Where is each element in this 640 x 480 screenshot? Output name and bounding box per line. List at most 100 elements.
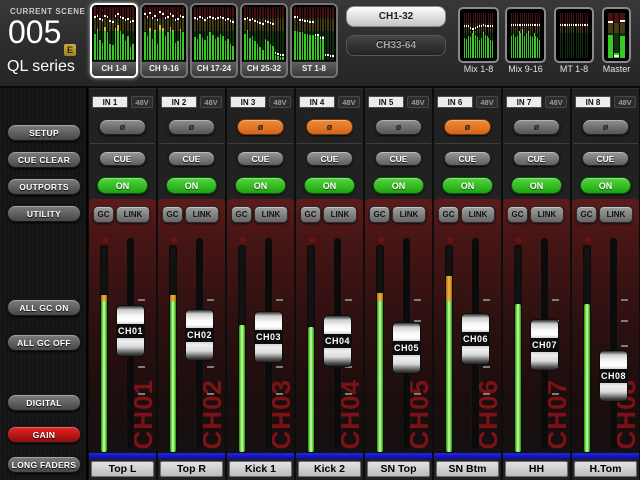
- sidebar-button-gain[interactable]: GAIN: [7, 426, 81, 443]
- channel-name[interactable]: SN Btm: [436, 461, 499, 477]
- bank-button-ch33-64[interactable]: CH33-64: [346, 35, 446, 56]
- meter-peak-mark: [483, 24, 484, 26]
- output-meter-master[interactable]: [602, 7, 631, 63]
- phantom-48v-button[interactable]: 48V: [338, 96, 360, 108]
- meter-fill-green: [473, 33, 474, 58]
- output-meter-mt-1-8[interactable]: [554, 7, 594, 63]
- channel-name[interactable]: Kick 2: [298, 461, 361, 477]
- cue-button[interactable]: CUE: [375, 151, 422, 166]
- meter-peak-mark: [115, 15, 117, 17]
- meter-column: [252, 7, 254, 60]
- meter-fill-green: [280, 57, 282, 60]
- output-meter-mix-1-8[interactable]: [458, 7, 499, 63]
- channel-on-button[interactable]: ON: [442, 177, 493, 194]
- link-button[interactable]: LINK: [461, 206, 495, 223]
- channel-on-button[interactable]: ON: [304, 177, 355, 194]
- channel-name[interactable]: Top R: [160, 461, 223, 477]
- link-button[interactable]: LINK: [116, 206, 150, 223]
- gain-compensation-button[interactable]: GC: [369, 206, 390, 223]
- phantom-48v-button[interactable]: 48V: [476, 96, 498, 108]
- link-button[interactable]: LINK: [599, 206, 633, 223]
- channel-on-button[interactable]: ON: [235, 177, 286, 194]
- fader-cap[interactable]: CH01: [116, 305, 145, 357]
- link-button[interactable]: LINK: [392, 206, 426, 223]
- input-meter-tab-ch-1-8[interactable]: CH 1-8: [90, 3, 138, 78]
- cue-button[interactable]: CUE: [444, 151, 491, 166]
- meter-fill-green: [225, 41, 227, 60]
- input-meter-tab-ch-25-32[interactable]: CH 25-32: [240, 3, 288, 78]
- gain-compensation-button[interactable]: GC: [162, 206, 183, 223]
- meter-column: [562, 13, 563, 58]
- channel-on-button[interactable]: ON: [511, 177, 562, 194]
- channel-on-button[interactable]: ON: [373, 177, 424, 194]
- fader-cap[interactable]: CH06: [461, 313, 490, 365]
- phase-button[interactable]: ø: [444, 119, 491, 135]
- input-meter-tab-ch-9-16[interactable]: CH 9-16: [140, 3, 188, 78]
- phase-button[interactable]: ø: [513, 119, 560, 135]
- fader-cap[interactable]: CH03: [254, 311, 283, 363]
- channel-on-button[interactable]: ON: [97, 177, 148, 194]
- channel-name[interactable]: Top L: [91, 461, 154, 477]
- link-button[interactable]: LINK: [530, 206, 564, 223]
- meter-peak-mark: [585, 24, 586, 26]
- fader-track[interactable]: [610, 238, 617, 450]
- cue-button[interactable]: CUE: [237, 151, 284, 166]
- gain-compensation-button[interactable]: GC: [576, 206, 597, 223]
- meter-column: [122, 7, 124, 60]
- fader-cap[interactable]: CH07: [530, 319, 559, 371]
- link-button[interactable]: LINK: [185, 206, 219, 223]
- cue-button[interactable]: CUE: [582, 151, 629, 166]
- phase-button[interactable]: ø: [375, 119, 422, 135]
- phase-button[interactable]: ø: [99, 119, 146, 135]
- sidebar-button-utility[interactable]: UTILITY: [7, 205, 81, 222]
- gain-compensation-button[interactable]: GC: [231, 206, 252, 223]
- phantom-48v-button[interactable]: 48V: [131, 96, 153, 108]
- cue-button[interactable]: CUE: [168, 151, 215, 166]
- input-meter-tab-st-1-8[interactable]: ST 1-8: [290, 3, 338, 78]
- phantom-48v-button[interactable]: 48V: [407, 96, 429, 108]
- cue-button[interactable]: CUE: [513, 151, 560, 166]
- output-meter-mix-9-16[interactable]: [505, 7, 546, 63]
- gain-compensation-button[interactable]: GC: [507, 206, 528, 223]
- sidebar-button-outports[interactable]: OUTPORTS: [7, 178, 81, 195]
- cue-button[interactable]: CUE: [306, 151, 353, 166]
- sidebar-button-all-gc-off[interactable]: ALL GC OFF: [7, 334, 81, 351]
- sidebar-button-cue-clear[interactable]: CUE CLEAR: [7, 151, 81, 168]
- fader-cap[interactable]: CH05: [392, 322, 421, 374]
- link-button[interactable]: LINK: [254, 206, 288, 223]
- phase-button[interactable]: ø: [306, 119, 353, 135]
- fader-cap[interactable]: CH02: [185, 309, 214, 361]
- channel-on-button[interactable]: ON: [166, 177, 217, 194]
- meter-peak-mark: [307, 20, 309, 22]
- phantom-48v-button[interactable]: 48V: [614, 96, 636, 108]
- phase-button[interactable]: ø: [237, 119, 284, 135]
- sidebar-button-setup[interactable]: SETUP: [7, 124, 81, 141]
- channel-name[interactable]: Kick 1: [229, 461, 292, 477]
- phantom-48v-button[interactable]: 48V: [269, 96, 291, 108]
- channel-name[interactable]: SN Top: [367, 461, 430, 477]
- meter-column: [580, 13, 581, 58]
- sidebar-button-digital[interactable]: DIGITAL: [7, 394, 81, 411]
- phase-button[interactable]: ø: [168, 119, 215, 135]
- sidebar-button-long-faders[interactable]: LONG FADERS: [7, 456, 81, 473]
- phantom-48v-button[interactable]: 48V: [545, 96, 567, 108]
- channel-strip-ch02: IN 248VøCUEONGCLINKCH02CH02Top R: [158, 88, 225, 480]
- input-meter-tab-ch-17-24[interactable]: CH 17-24: [190, 3, 238, 78]
- meter-fill-yellow: [519, 31, 520, 33]
- sidebar-button-all-gc-on[interactable]: ALL GC ON: [7, 299, 81, 316]
- channel-on-button[interactable]: ON: [580, 177, 631, 194]
- fader-cap[interactable]: CH08: [599, 350, 628, 402]
- gain-compensation-button[interactable]: GC: [93, 206, 114, 223]
- phantom-48v-button[interactable]: 48V: [200, 96, 222, 108]
- link-button[interactable]: LINK: [323, 206, 357, 223]
- gain-compensation-button[interactable]: GC: [438, 206, 459, 223]
- channel-name[interactable]: H.Tom: [574, 461, 637, 477]
- phase-button[interactable]: ø: [582, 119, 629, 135]
- meter-fill-green: [488, 38, 489, 58]
- fader-cap[interactable]: CH04: [323, 315, 352, 367]
- cue-button[interactable]: CUE: [99, 151, 146, 166]
- gain-compensation-button[interactable]: GC: [300, 206, 321, 223]
- channel-name[interactable]: HH: [505, 461, 568, 477]
- output-meter-label: Mix 9-16: [499, 64, 552, 74]
- bank-button-ch1-32[interactable]: CH1-32: [346, 6, 446, 27]
